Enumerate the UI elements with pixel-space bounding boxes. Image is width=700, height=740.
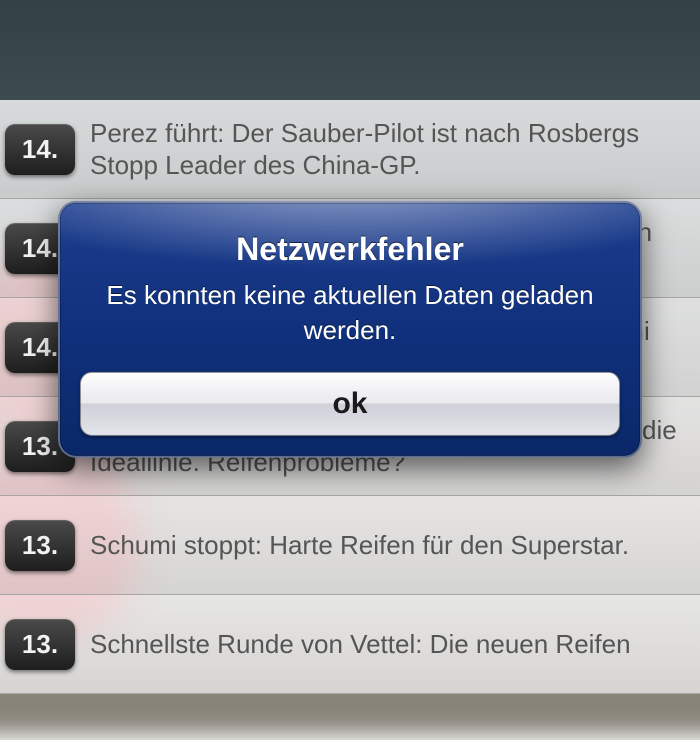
alert-message: Es konnten keine aktuellen Daten geladen… [90, 278, 610, 348]
alert-title: Netzwerkfehler [80, 231, 620, 268]
network-error-alert: Netzwerkfehler Es konnten keine aktuelle… [58, 201, 642, 458]
ok-button[interactable]: ok [80, 372, 620, 436]
